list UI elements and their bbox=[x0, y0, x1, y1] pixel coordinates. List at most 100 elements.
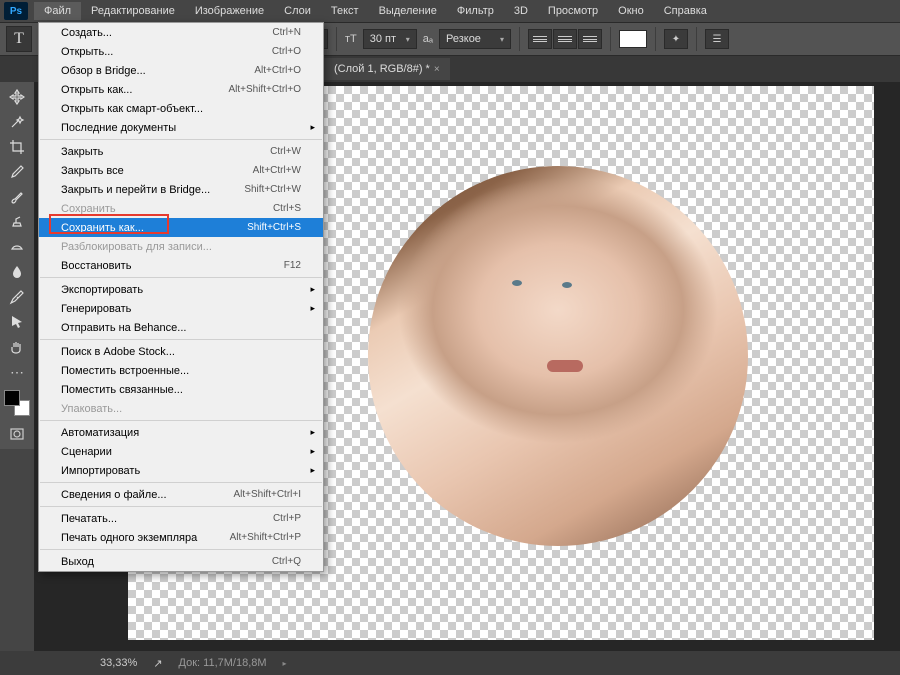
file-menu-item[interactable]: Поместить связанные... bbox=[39, 380, 323, 399]
menu-item-label: Разблокировать для записи... bbox=[61, 241, 212, 253]
menu-item-label: Импортировать bbox=[61, 465, 140, 477]
menu-item-shortcut: Ctrl+Q bbox=[272, 556, 301, 567]
path-selection-tool[interactable] bbox=[4, 311, 30, 333]
menu-item-label: Автоматизация bbox=[61, 427, 139, 439]
menu-layers[interactable]: Слои bbox=[274, 2, 321, 20]
antialias-icon: aₐ bbox=[423, 33, 433, 45]
menu-separator bbox=[40, 482, 322, 483]
file-menu-item[interactable]: Отправить на Behance... bbox=[39, 318, 323, 337]
menu-select[interactable]: Выделение bbox=[369, 2, 447, 20]
file-menu-item[interactable]: ВосстановитьF12 bbox=[39, 256, 323, 275]
menu-item-label: Сценарии bbox=[61, 446, 112, 458]
divider bbox=[336, 27, 337, 51]
file-menu-item[interactable]: Сценарии bbox=[39, 442, 323, 461]
menu-item-label: Отправить на Behance... bbox=[61, 322, 186, 334]
hand-tool[interactable] bbox=[4, 336, 30, 358]
menu-item-label: Сведения о файле... bbox=[61, 489, 167, 501]
menu-item-shortcut: Alt+Shift+Ctrl+O bbox=[228, 84, 301, 95]
file-menu-item[interactable]: Открыть как смарт-объект... bbox=[39, 99, 323, 118]
menu-item-shortcut: Alt+Ctrl+W bbox=[253, 165, 301, 176]
gradient-tool[interactable] bbox=[4, 236, 30, 258]
menu-window[interactable]: Окно bbox=[608, 2, 654, 20]
pen-tool[interactable] bbox=[4, 286, 30, 308]
eyedropper-tool[interactable] bbox=[4, 161, 30, 183]
close-icon[interactable]: × bbox=[434, 64, 440, 75]
menu-item-label: Печать одного экземпляра bbox=[61, 532, 197, 544]
file-menu-item[interactable]: Поиск в Adobe Stock... bbox=[39, 342, 323, 361]
share-icon[interactable]: ↗ bbox=[153, 657, 162, 670]
align-left-button[interactable] bbox=[528, 29, 552, 49]
file-menu-item[interactable]: Создать...Ctrl+N bbox=[39, 23, 323, 42]
chevron-right-icon[interactable]: ▸ bbox=[283, 659, 287, 668]
menu-item-label: Сохранить как... bbox=[61, 222, 144, 234]
file-menu-item[interactable]: Последние документы bbox=[39, 118, 323, 137]
blur-tool[interactable] bbox=[4, 261, 30, 283]
toolbox: ⋯ bbox=[0, 82, 34, 449]
menu-item-shortcut: Ctrl+S bbox=[273, 203, 301, 214]
file-menu-item: Разблокировать для записи... bbox=[39, 237, 323, 256]
menu-item-label: Создать... bbox=[61, 27, 112, 39]
file-menu-dropdown: Создать...Ctrl+NОткрыть...Ctrl+OОбзор в … bbox=[38, 22, 324, 572]
file-menu-item[interactable]: ЗакрытьCtrl+W bbox=[39, 142, 323, 161]
file-menu-item[interactable]: ВыходCtrl+Q bbox=[39, 552, 323, 571]
file-menu-item[interactable]: Закрыть все Alt+Ctrl+W bbox=[39, 161, 323, 180]
menu-image[interactable]: Изображение bbox=[185, 2, 274, 20]
align-right-button[interactable] bbox=[578, 29, 602, 49]
brush-tool[interactable] bbox=[4, 186, 30, 208]
foreground-color-swatch[interactable] bbox=[4, 390, 20, 406]
photoshop-logo: Ps bbox=[4, 2, 28, 20]
file-menu-item[interactable]: Сохранить как... Shift+Ctrl+S bbox=[39, 218, 323, 237]
menu-item-label: Поместить связанные... bbox=[61, 384, 183, 396]
text-color-swatch[interactable] bbox=[619, 30, 647, 48]
menu-file[interactable]: Файл bbox=[34, 2, 81, 20]
menu-item-shortcut: Shift+Ctrl+S bbox=[247, 222, 301, 233]
zoom-level[interactable]: 33,33% bbox=[100, 657, 137, 669]
file-menu-item[interactable]: Сведения о файле...Alt+Shift+Ctrl+I bbox=[39, 485, 323, 504]
file-menu-item[interactable]: Экспортировать bbox=[39, 280, 323, 299]
menu-item-label: Закрыть все bbox=[61, 165, 124, 177]
file-menu-item[interactable]: Генерировать bbox=[39, 299, 323, 318]
menubar: Ps Файл Редактирование Изображение Слои … bbox=[0, 0, 900, 22]
file-menu-item[interactable]: Автоматизация bbox=[39, 423, 323, 442]
divider bbox=[610, 27, 611, 51]
color-swatches[interactable] bbox=[4, 390, 30, 416]
menu-text[interactable]: Текст bbox=[321, 2, 369, 20]
warp-text-button[interactable]: ✦ bbox=[664, 29, 688, 49]
menu-edit[interactable]: Редактирование bbox=[81, 2, 185, 20]
file-menu-item[interactable]: Импортировать bbox=[39, 461, 323, 480]
divider bbox=[696, 27, 697, 51]
divider bbox=[655, 27, 656, 51]
document-tab[interactable]: (Слой 1, RGB/8#) * × bbox=[324, 58, 450, 80]
file-menu-item[interactable]: Поместить встроенные... bbox=[39, 361, 323, 380]
more-tools[interactable]: ⋯ bbox=[4, 361, 30, 383]
font-size-dropdown[interactable]: 30 пт▾ bbox=[363, 29, 417, 49]
font-size-icon: тТ bbox=[345, 33, 357, 45]
document-info[interactable]: Док: 11,7M/18,8M bbox=[179, 657, 267, 669]
menu-view[interactable]: Просмотр bbox=[538, 2, 608, 20]
menu-item-shortcut: Ctrl+O bbox=[272, 46, 301, 57]
clone-stamp-tool[interactable] bbox=[4, 211, 30, 233]
menu-3d[interactable]: 3D bbox=[504, 2, 538, 20]
file-menu-item[interactable]: Открыть...Ctrl+O bbox=[39, 42, 323, 61]
file-menu-item[interactable]: Закрыть и перейти в Bridge...Shift+Ctrl+… bbox=[39, 180, 323, 199]
crop-tool[interactable] bbox=[4, 136, 30, 158]
file-menu-item[interactable]: Печать одного экземпляраAlt+Shift+Ctrl+P bbox=[39, 528, 323, 547]
file-menu-item[interactable]: Открыть как...Alt+Shift+Ctrl+O bbox=[39, 80, 323, 99]
portrait-photo bbox=[368, 166, 748, 546]
menu-separator bbox=[40, 139, 322, 140]
move-tool[interactable] bbox=[4, 86, 30, 108]
menu-separator bbox=[40, 277, 322, 278]
file-menu-item[interactable]: Печатать...Ctrl+P bbox=[39, 509, 323, 528]
menu-item-label: Закрыть и перейти в Bridge... bbox=[61, 184, 210, 196]
align-center-button[interactable] bbox=[553, 29, 577, 49]
quickmask-toggle[interactable] bbox=[4, 423, 30, 445]
menu-filter[interactable]: Фильтр bbox=[447, 2, 504, 20]
menu-help[interactable]: Справка bbox=[654, 2, 717, 20]
magic-wand-tool[interactable] bbox=[4, 111, 30, 133]
file-menu-item[interactable]: Обзор в Bridge...Alt+Ctrl+O bbox=[39, 61, 323, 80]
menu-separator bbox=[40, 339, 322, 340]
character-panel-button[interactable]: ☰ bbox=[705, 29, 729, 49]
menu-item-label: Сохранить bbox=[61, 203, 116, 215]
active-tool-icon[interactable]: T bbox=[6, 26, 32, 52]
antialias-dropdown[interactable]: Резкое▾ bbox=[439, 29, 511, 49]
